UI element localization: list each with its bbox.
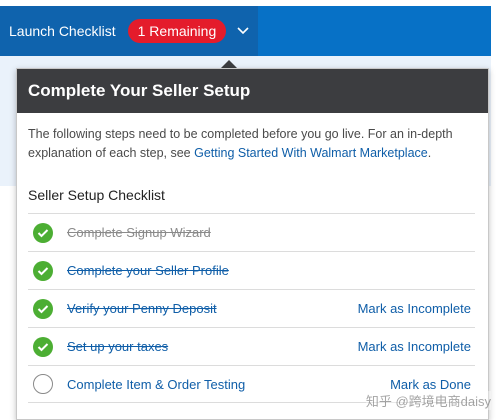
launch-checklist-button[interactable]: Launch Checklist 1 Remaining xyxy=(0,6,259,56)
empty-circle-icon xyxy=(33,374,53,394)
checklist-item-label[interactable]: Complete your Seller Profile xyxy=(67,263,229,278)
checklist-item-label: Complete Signup Wizard xyxy=(67,225,211,240)
checkmark-circle-icon xyxy=(33,260,53,281)
top-bar: Launch Checklist 1 Remaining xyxy=(0,0,497,56)
checklist-item-label[interactable]: Set up your taxes xyxy=(67,339,168,354)
checkmark-circle-icon xyxy=(33,222,53,243)
checklist-heading: Seller Setup Checklist xyxy=(28,187,165,203)
intro-end: . xyxy=(427,146,432,160)
chevron-down-icon[interactable] xyxy=(236,24,250,38)
checklist-item-signup-wizard: Complete Signup Wizard xyxy=(28,213,475,251)
launch-checklist-label: Launch Checklist xyxy=(9,23,116,39)
seller-setup-popover: Complete Your Seller Setup The following… xyxy=(16,68,489,420)
mark-as-incomplete-button[interactable]: Mark as Incomplete xyxy=(358,339,471,354)
checklist-item-taxes: Set up your taxes Mark as Incomplete xyxy=(28,327,475,365)
top-navigation: Launch Checklist 1 Remaining xyxy=(0,6,491,56)
checkmark-circle-icon xyxy=(33,298,53,319)
mark-as-incomplete-button[interactable]: Mark as Incomplete xyxy=(358,301,471,316)
popover-body: The following steps need to be completed… xyxy=(17,113,488,403)
popover-title: Complete Your Seller Setup xyxy=(28,81,251,100)
popover-header: Complete Your Seller Setup xyxy=(17,69,488,113)
checkmark-circle-icon xyxy=(33,336,53,357)
checklist-item-seller-profile: Complete your Seller Profile xyxy=(28,251,475,289)
checklist-item-label[interactable]: Complete Item & Order Testing xyxy=(67,377,245,392)
mark-as-done-button[interactable]: Mark as Done xyxy=(390,377,471,392)
getting-started-link[interactable]: Getting Started With Walmart Marketplace xyxy=(194,146,428,160)
popover-arrow xyxy=(221,60,237,68)
checklist: Complete Signup Wizard Complete your Sel… xyxy=(28,213,475,403)
intro-paragraph: The following steps need to be completed… xyxy=(28,125,477,163)
remaining-badge: 1 Remaining xyxy=(127,19,227,43)
checklist-item-penny-deposit: Verify your Penny Deposit Mark as Incomp… xyxy=(28,289,475,327)
checklist-item-label[interactable]: Verify your Penny Deposit xyxy=(67,301,217,316)
checklist-item-order-testing: Complete Item & Order Testing Mark as Do… xyxy=(28,365,475,403)
